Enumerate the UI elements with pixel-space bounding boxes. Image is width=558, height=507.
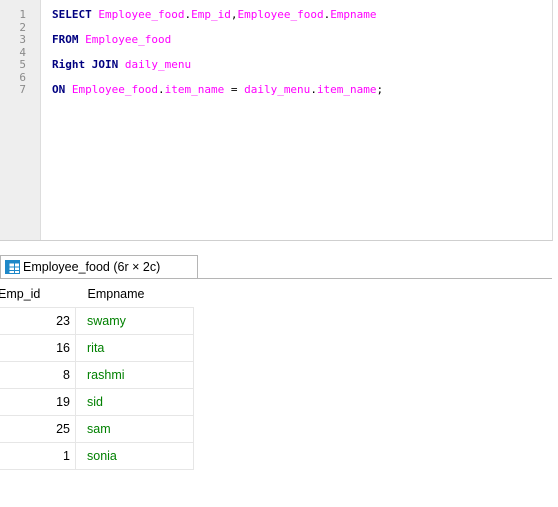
sql-identifier: Emp_id <box>191 8 231 21</box>
sql-identifier: Employee_food <box>71 83 158 96</box>
sql-punctuation <box>118 58 125 71</box>
code-line[interactable]: SELECT Employee_food.Emp_id,Employee_foo… <box>52 8 377 21</box>
sql-punctuation: . <box>310 83 317 96</box>
empname-cell[interactable]: sid <box>75 388 194 416</box>
line-number: 2 <box>19 20 26 34</box>
sql-identifier: Employee_food <box>85 33 172 46</box>
emp-id-cell[interactable]: 1 <box>0 442 76 470</box>
line-number-gutter: 1234567 <box>0 0 41 240</box>
result-tab-employee-food[interactable]: Employee_food (6r × 2c) <box>0 255 198 278</box>
emp-id-cell[interactable]: 19 <box>0 388 76 416</box>
sql-identifier: Employee_food <box>98 8 185 21</box>
result-grid[interactable]: Emp_id Empname 23 swamy 16 rita 8 rashmi… <box>0 280 194 470</box>
sql-identifier: item_name <box>164 83 225 96</box>
code-line[interactable]: FROM Employee_food <box>52 33 171 46</box>
sql-keyword: SELECT <box>52 8 92 21</box>
sql-keyword: FROM <box>52 33 79 46</box>
emp-id-cell[interactable]: 8 <box>0 361 76 389</box>
result-tab-strip: Employee_food (6r × 2c) <box>0 252 552 279</box>
sql-keyword: Right JOIN <box>52 58 119 71</box>
sql-editor[interactable]: 1234567 SELECT Employee_food.Emp_id,Empl… <box>0 0 553 241</box>
sql-identifier: daily_menu <box>124 58 192 71</box>
code-line[interactable]: Right JOIN daily_menu <box>52 58 191 71</box>
sql-identifier: daily_menu <box>244 83 311 96</box>
table-row[interactable]: 23 swamy <box>0 307 194 335</box>
sql-identifier: Empname <box>330 8 377 21</box>
column-header-emp-id[interactable]: Emp_id <box>0 280 74 308</box>
line-number: 4 <box>19 45 26 59</box>
table-row[interactable]: 25 sam <box>0 415 194 443</box>
line-number: 1 <box>19 8 26 21</box>
line-number: 5 <box>19 58 26 71</box>
sql-keyword: ON <box>52 83 66 96</box>
empname-cell[interactable]: swamy <box>75 307 194 335</box>
empname-cell[interactable]: rashmi <box>75 361 194 389</box>
line-number: 6 <box>19 70 26 84</box>
grid-header-row: Emp_id Empname <box>0 280 194 308</box>
code-line[interactable]: ON Employee_food.item_name = daily_menu.… <box>52 83 383 96</box>
table-row[interactable]: 19 sid <box>0 388 194 416</box>
emp-id-cell[interactable]: 25 <box>0 415 76 443</box>
result-tab-label: Employee_food (6r × 2c) <box>23 260 161 274</box>
emp-id-cell[interactable]: 16 <box>0 334 76 362</box>
empname-cell[interactable]: sam <box>75 415 194 443</box>
emp-id-cell[interactable]: 23 <box>0 307 76 335</box>
sql-punctuation: = <box>224 83 245 96</box>
empname-cell[interactable]: sonia <box>75 442 194 470</box>
table-grid-icon <box>5 260 20 274</box>
line-number: 7 <box>19 83 26 96</box>
sql-punctuation: ; <box>376 83 384 96</box>
table-row[interactable]: 16 rita <box>0 334 194 362</box>
table-row[interactable]: 8 rashmi <box>0 361 194 389</box>
sql-identifier: item_name <box>316 83 377 96</box>
table-row[interactable]: 1 sonia <box>0 442 194 470</box>
sql-punctuation <box>65 83 72 96</box>
sql-identifier: Employee_food <box>237 8 324 21</box>
line-number: 3 <box>19 33 26 46</box>
empname-cell[interactable]: rita <box>75 334 194 362</box>
column-header-empname[interactable]: Empname <box>75 280 194 308</box>
sql-punctuation: . <box>157 83 165 96</box>
